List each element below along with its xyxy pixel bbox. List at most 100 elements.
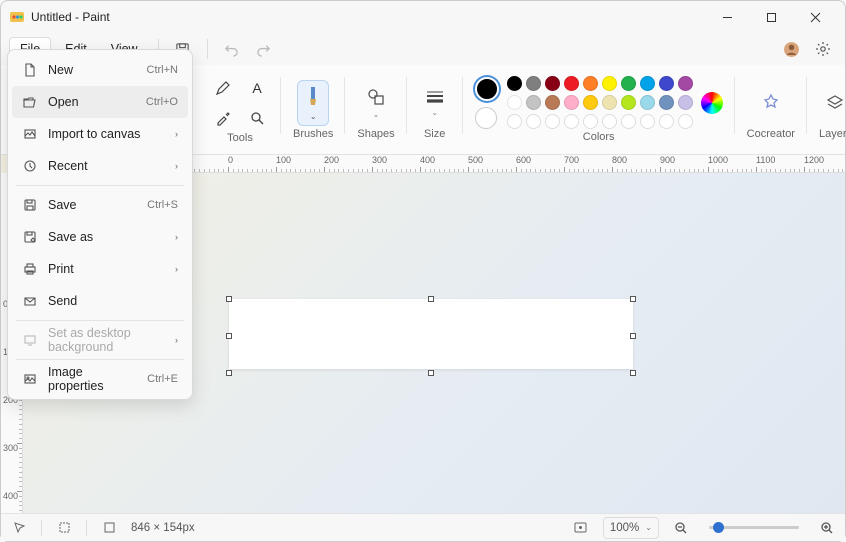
eyedropper-tool[interactable]: [211, 106, 235, 130]
cocreator-button[interactable]: [755, 80, 787, 126]
fit-screen-icon[interactable]: [573, 520, 589, 536]
menu-item-label: Import to canvas: [48, 127, 165, 141]
zoom-out-button[interactable]: [673, 520, 689, 536]
resize-handle-se[interactable]: [630, 370, 636, 376]
menu-item-label: Open: [48, 95, 136, 109]
undo-button[interactable]: [218, 35, 246, 63]
file-menu-open[interactable]: OpenCtrl+O: [12, 86, 188, 118]
ribbon-shapes-label: Shapes: [357, 128, 394, 140]
color-swatch-empty[interactable]: [583, 114, 598, 129]
close-button[interactable]: [793, 3, 837, 31]
color-swatch[interactable]: [640, 76, 655, 91]
titlebar: Untitled - Paint: [1, 1, 845, 33]
color-2[interactable]: [475, 107, 497, 129]
resize-handle-ne[interactable]: [630, 296, 636, 302]
menu-item-label: Print: [48, 262, 165, 276]
resize-handle-w[interactable]: [226, 333, 232, 339]
color-swatch[interactable]: [602, 76, 617, 91]
selection-size-icon: [56, 520, 72, 536]
resize-handle-nw[interactable]: [226, 296, 232, 302]
color-swatch[interactable]: [583, 76, 598, 91]
file-menu-save-as[interactable]: Save as›: [12, 221, 188, 253]
recent-icon: [22, 158, 38, 174]
color-swatch[interactable]: [659, 76, 674, 91]
color-swatch[interactable]: [659, 95, 674, 110]
color-swatch[interactable]: [526, 76, 541, 91]
color-swatch[interactable]: [602, 95, 617, 110]
file-menu-image-properties[interactable]: Image propertiesCtrl+E: [12, 363, 188, 395]
color-1[interactable]: [475, 77, 499, 101]
color-swatch-empty[interactable]: [564, 114, 579, 129]
color-swatch[interactable]: [583, 95, 598, 110]
color-swatch-empty[interactable]: [526, 114, 541, 129]
layers-button[interactable]: [819, 80, 846, 126]
brushes-dropdown[interactable]: ⌄: [297, 80, 329, 126]
file-menu-new[interactable]: New Ctrl+N: [12, 54, 188, 86]
maximize-button[interactable]: [749, 3, 793, 31]
file-menu-save[interactable]: SaveCtrl+S: [12, 189, 188, 221]
menu-item-label: Recent: [48, 159, 165, 173]
color-swatch[interactable]: [678, 95, 693, 110]
size-dropdown[interactable]: ⌄: [419, 80, 451, 126]
color-swatch[interactable]: [526, 95, 541, 110]
resize-handle-n[interactable]: [428, 296, 434, 302]
file-menu-set-as-desktop-background: Set as desktop background›: [12, 324, 188, 356]
menu-shortcut: Ctrl+N: [147, 64, 178, 76]
color-swatch[interactable]: [621, 95, 636, 110]
resize-handle-s[interactable]: [428, 370, 434, 376]
send-icon: [22, 293, 38, 309]
color-swatch-empty[interactable]: [602, 114, 617, 129]
color-swatch[interactable]: [507, 76, 522, 91]
open-icon: [22, 94, 38, 110]
save-icon: [22, 197, 38, 213]
file-menu-print[interactable]: Print ›: [12, 253, 188, 285]
settings-icon[interactable]: [809, 35, 837, 63]
zoom-dropdown[interactable]: 100% ⌄: [603, 517, 659, 539]
magnifier-tool[interactable]: [245, 106, 269, 130]
color-swatch-empty[interactable]: [678, 114, 693, 129]
minimize-button[interactable]: [705, 3, 749, 31]
zoom-in-button[interactable]: [819, 520, 835, 536]
account-icon[interactable]: [777, 35, 805, 63]
resize-handle-sw[interactable]: [226, 370, 232, 376]
color-swatch-empty[interactable]: [640, 114, 655, 129]
ribbon-size: ⌄ Size: [407, 65, 463, 154]
window-title: Untitled - Paint: [31, 10, 110, 24]
color-swatch[interactable]: [507, 95, 522, 110]
file-menu-recent[interactable]: Recent›: [12, 150, 188, 182]
color-swatch-empty[interactable]: [621, 114, 636, 129]
shapes-dropdown[interactable]: ⌄: [360, 80, 392, 126]
color-swatch-empty[interactable]: [659, 114, 674, 129]
props-icon: [22, 371, 38, 387]
menu-item-label: Image properties: [48, 365, 137, 393]
zoom-slider[interactable]: [709, 526, 799, 529]
color-swatch[interactable]: [564, 95, 579, 110]
menu-item-label: New: [48, 63, 137, 77]
menu-shortcut: Ctrl+S: [147, 199, 178, 211]
redo-button[interactable]: [250, 35, 278, 63]
color-swatch[interactable]: [564, 76, 579, 91]
color-swatch-empty[interactable]: [545, 114, 560, 129]
canvas[interactable]: [229, 299, 633, 369]
pencil-tool[interactable]: [211, 76, 235, 100]
resize-handle-e[interactable]: [630, 333, 636, 339]
chevron-right-icon: ›: [175, 264, 178, 274]
edit-colors-button[interactable]: [701, 92, 723, 114]
cursor-position-icon: [11, 520, 27, 536]
ribbon-shapes: ⌄ Shapes: [345, 65, 406, 154]
chevron-right-icon: ›: [175, 232, 178, 242]
file-menu-send[interactable]: Send: [12, 285, 188, 317]
ribbon-tools: A Tools: [199, 65, 281, 154]
canvas-size-text: 846 × 154px: [131, 522, 195, 534]
color-swatch[interactable]: [545, 76, 560, 91]
text-tool[interactable]: A: [245, 76, 269, 100]
color-swatch[interactable]: [640, 95, 655, 110]
color-swatch-empty[interactable]: [507, 114, 522, 129]
color-swatch[interactable]: [678, 76, 693, 91]
file-menu-import-to-canvas[interactable]: Import to canvas›: [12, 118, 188, 150]
ribbon-cocreator-label: Cocreator: [747, 128, 795, 140]
statusbar: 846 × 154px 100% ⌄: [1, 513, 845, 541]
svg-text:A: A: [252, 80, 262, 96]
color-swatch[interactable]: [545, 95, 560, 110]
color-swatch[interactable]: [621, 76, 636, 91]
